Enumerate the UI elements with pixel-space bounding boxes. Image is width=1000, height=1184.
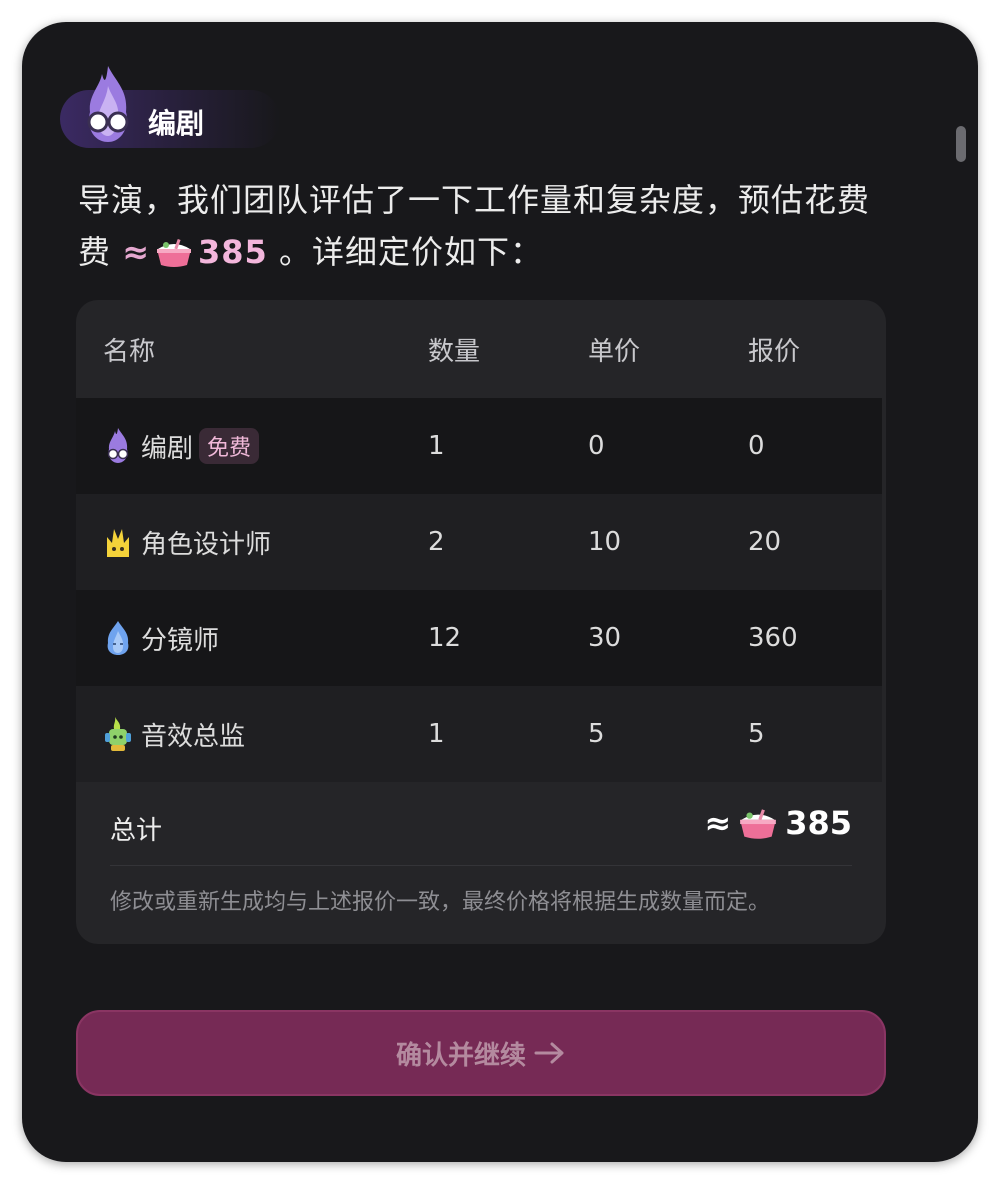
row-unit-price: 10 <box>588 527 622 557</box>
header-quantity: 数量 <box>428 336 481 367</box>
message-text-after: 。详细定价如下： <box>278 233 543 271</box>
row-quote: 5 <box>748 719 765 749</box>
message-amount: 385 <box>198 233 268 271</box>
pricing-note: 修改或重新生成均与上述报价一致，最终价格将根据生成数量而定。 <box>110 890 771 915</box>
row-name: 音效总监 <box>141 721 246 752</box>
table-row: 角色设计师 2 10 20 <box>76 494 882 590</box>
row-quote: 0 <box>748 431 765 461</box>
header-name: 名称 <box>103 336 156 367</box>
row-quote: 20 <box>748 527 782 557</box>
rice-bowl-icon <box>154 235 194 269</box>
table-row: 分镜师 12 30 360 <box>76 590 882 686</box>
row-name-cell: 音效总监 <box>103 686 245 782</box>
row-name-cell: 分镜师 <box>103 590 219 686</box>
arrow-right-icon <box>534 1042 564 1064</box>
total-row: 总计 ≈ 385 <box>110 784 852 866</box>
message-text-fee: 费 <box>78 233 123 271</box>
row-unit-price: 0 <box>588 431 605 461</box>
row-name-cell: 编剧 免费 <box>103 398 260 494</box>
row-unit-price: 5 <box>588 719 605 749</box>
approx-symbol: ≈ <box>704 804 732 842</box>
table-header: 名称 数量 单价 报价 <box>76 300 886 398</box>
message-text-before: 导演，我们团队评估了一下工作量和复杂度，预估花费 <box>78 181 871 219</box>
row-quantity: 1 <box>428 431 445 461</box>
speaker-badge: 编剧 <box>60 66 280 148</box>
speaker-name: 编剧 <box>148 107 205 140</box>
purple-flame-glasses-icon <box>107 428 129 463</box>
pricing-table: 名称 数量 单价 报价 编剧 免费 1 0 0 角色设计师 2 10 20 分镜… <box>76 300 886 944</box>
quote-card: 编剧 导演，我们团队评估了一下工作量和复杂度，预估花费 费 ≈385 。详细定价… <box>22 22 978 1162</box>
purple-flame-glasses-icon <box>87 66 129 142</box>
row-quote: 360 <box>748 623 798 653</box>
header-quote: 报价 <box>748 336 801 367</box>
row-quantity: 2 <box>428 527 445 557</box>
row-quantity: 12 <box>428 623 462 653</box>
rice-bowl-icon <box>737 805 779 841</box>
confirm-continue-button[interactable]: 确认并继续 <box>76 1010 886 1096</box>
green-headphone-robot-icon <box>105 717 131 751</box>
row-unit-price: 30 <box>588 623 622 653</box>
blue-flame-icon <box>107 621 129 655</box>
header-unit-price: 单价 <box>588 336 641 367</box>
row-name: 编剧 <box>141 433 194 464</box>
row-quantity: 1 <box>428 719 445 749</box>
confirm-button-label: 确认并继续 <box>395 1040 526 1071</box>
row-name: 分镜师 <box>141 625 220 656</box>
row-name: 角色设计师 <box>141 529 272 560</box>
assistant-message: 导演，我们团队评估了一下工作量和复杂度，预估花费 费 ≈385 。详细定价如下： <box>78 174 898 278</box>
total-label: 总计 <box>110 816 163 846</box>
total-value: ≈ 385 <box>704 804 852 842</box>
total-amount: 385 <box>785 804 852 842</box>
approx-symbol: ≈ <box>122 233 150 271</box>
row-name-cell: 角色设计师 <box>103 494 271 590</box>
table-row: 编剧 免费 1 0 0 <box>76 398 882 494</box>
scrollbar[interactable] <box>956 126 966 162</box>
table-row: 音效总监 1 5 5 <box>76 686 882 782</box>
yellow-crown-flame-icon <box>107 529 129 557</box>
free-badge: 免费 <box>199 428 260 464</box>
